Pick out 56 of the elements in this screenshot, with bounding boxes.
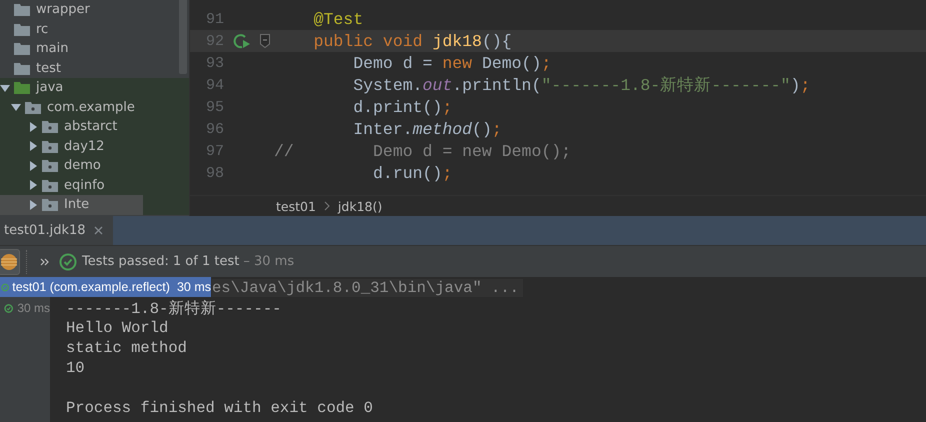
- run-tab[interactable]: test01.jdk18: [0, 216, 113, 245]
- code-line: d.run();: [372, 164, 452, 182]
- check-circle-icon: [4, 302, 14, 314]
- close-icon[interactable]: [94, 226, 103, 235]
- line-number: 96: [204, 120, 224, 138]
- code-line: d.print();: [352, 98, 452, 116]
- tree-item[interactable]: demo: [64, 158, 101, 174]
- folder-icon: [14, 42, 30, 56]
- fold-icon[interactable]: [260, 34, 270, 48]
- duration-text: – 30 ms: [243, 254, 294, 269]
- run-icon[interactable]: [233, 33, 251, 49]
- line-number: 93: [204, 54, 224, 72]
- code-line: Inter.method();: [352, 120, 502, 138]
- tree-item[interactable]: main: [36, 41, 68, 56]
- code-line: System.out.println("-------1.8-新特新-------");: [352, 75, 810, 96]
- package-icon: [42, 120, 58, 134]
- tree-item[interactable]: rc: [36, 22, 48, 37]
- console-line: Process finished with exit code 0: [66, 399, 373, 417]
- console-line: static method: [66, 339, 187, 357]
- line-number: 97: [204, 142, 224, 160]
- folder-icon: [14, 81, 30, 94]
- console-line: 10: [66, 359, 85, 377]
- folder-icon: [14, 62, 30, 75]
- package-icon: [42, 140, 58, 153]
- package-icon: [42, 198, 58, 212]
- status-label: Tests passed:: [82, 254, 169, 269]
- breadcrumb[interactable]: jdk18(): [338, 198, 382, 214]
- code-line: public void jdk18(){: [312, 32, 512, 50]
- line-number: 98: [204, 164, 224, 182]
- tree-item[interactable]: Inte: [64, 197, 90, 212]
- chevron-icon: [324, 201, 330, 212]
- toggle-button[interactable]: [0, 248, 20, 274]
- selected-test-row[interactable]: test01 (com.example.reflect) 30 ms: [0, 277, 211, 297]
- folder-icon: [14, 22, 30, 36]
- code-line: @Test: [312, 10, 364, 28]
- tree-item[interactable]: wrapper: [36, 2, 90, 18]
- console-line: -------1.8-新特新-------: [66, 298, 282, 318]
- package-icon: [42, 159, 58, 172]
- check-circle-icon: [59, 252, 77, 270]
- tree-item[interactable]: test: [36, 60, 61, 76]
- test-count: 1 of 1 test: [172, 254, 240, 269]
- package-icon: [25, 100, 41, 114]
- code-line: // Demo d = new Demo();: [274, 142, 572, 160]
- tree-item[interactable]: java: [36, 80, 64, 96]
- code-line: Demo d = new Demo();: [352, 54, 552, 72]
- more-icon[interactable]: [40, 258, 49, 266]
- folder-icon: [14, 3, 30, 16]
- console-line: Hello World: [66, 319, 168, 337]
- breadcrumb[interactable]: test01: [276, 198, 316, 214]
- package-icon: [42, 178, 58, 192]
- line-number: 95: [204, 98, 224, 116]
- tree-item[interactable]: eqinfo: [64, 178, 105, 193]
- line-number: 94: [204, 76, 224, 94]
- check-circle-icon: [1, 280, 10, 294]
- tree-item[interactable]: day12: [64, 138, 104, 154]
- line-number: 91: [204, 10, 224, 28]
